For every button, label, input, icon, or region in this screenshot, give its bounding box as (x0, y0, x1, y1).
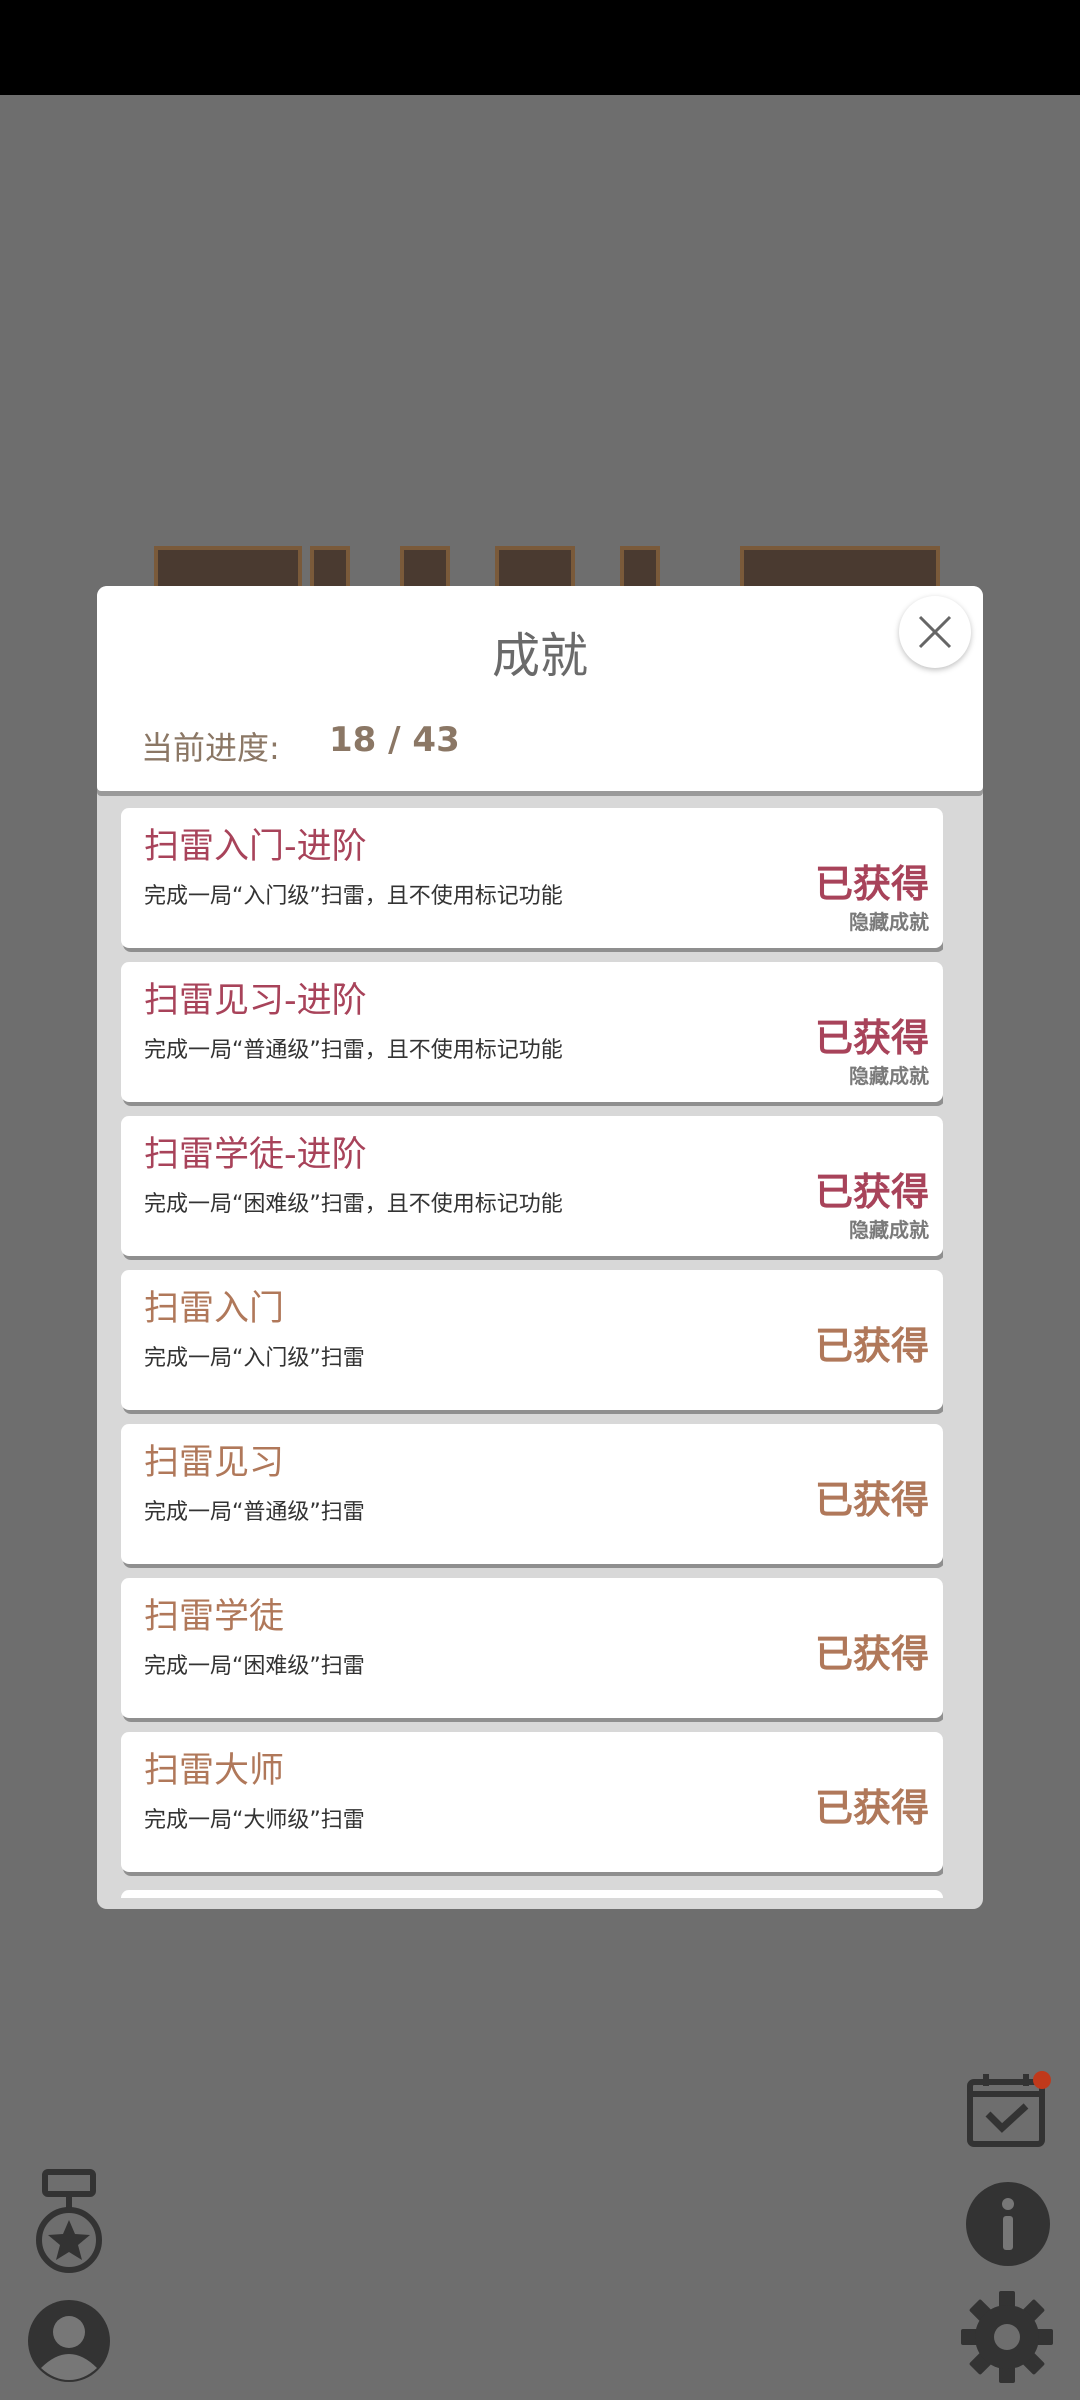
profile-button[interactable] (24, 2296, 114, 2390)
achievement-list[interactable]: 扫雷入门-进阶 完成一局“入门级”扫雷，且不使用标记功能 已获得 隐藏成就 扫雷… (121, 808, 943, 1898)
achievement-status: 已获得 (814, 1786, 929, 1830)
close-icon (918, 615, 952, 649)
daily-check-in-button[interactable] (966, 2070, 1058, 2154)
achievement-card[interactable]: 扫雷见习-进阶 完成一局“普通级”扫雷，且不使用标记功能 已获得 隐藏成就 (121, 962, 943, 1102)
achievement-title: 扫雷入门-进阶 (144, 827, 367, 867)
status-bar (0, 0, 1080, 95)
achievement-title: 扫雷入门 (144, 1289, 285, 1329)
achievements-dialog: 成就 当前进度: 18 / 43 扫雷入门-进阶 完成一局“入门级”扫雷，且不使… (97, 586, 983, 1909)
achievement-description: 完成一局“入门级”扫雷 (144, 1346, 365, 1371)
calendar-check-icon (967, 2071, 1051, 2147)
achievement-title: 扫雷见习-进阶 (144, 981, 367, 1021)
achievement-card[interactable]: 扫雷入门 完成一局“入门级”扫雷 已获得 (121, 1270, 943, 1410)
hidden-achievement-tag: 隐藏成就 (849, 1064, 929, 1088)
next-card-peek (121, 1890, 943, 1898)
progress-label: 当前进度: (141, 729, 280, 767)
achievement-card[interactable]: 扫雷见习 完成一局“普通级”扫雷 已获得 (121, 1424, 943, 1564)
achievement-status: 已获得 (814, 1016, 929, 1060)
achievement-status: 已获得 (814, 1324, 929, 1368)
achievement-card[interactable]: 扫雷学徒 完成一局“困难级”扫雷 已获得 (121, 1578, 943, 1718)
achievement-card[interactable]: 扫雷大师 完成一局“大师级”扫雷 已获得 (121, 1732, 943, 1872)
achievement-title: 扫雷见习 (144, 1443, 285, 1483)
achievement-card[interactable]: 扫雷入门-进阶 完成一局“入门级”扫雷，且不使用标记功能 已获得 隐藏成就 (121, 808, 943, 948)
info-button[interactable] (964, 2180, 1052, 2272)
user-icon (28, 2300, 110, 2382)
achievement-description: 完成一局“普通级”扫雷 (144, 1500, 365, 1525)
achievement-description: 完成一局“困难级”扫雷，且不使用标记功能 (144, 1192, 563, 1217)
dialog-title: 成就 (491, 628, 588, 684)
achievement-description: 完成一局“困难级”扫雷 (144, 1654, 365, 1679)
achievement-status: 已获得 (814, 862, 929, 906)
progress-value: 18 / 43 (329, 720, 460, 760)
close-button[interactable] (899, 596, 971, 668)
hidden-achievement-tag: 隐藏成就 (849, 1218, 929, 1242)
gear-icon (961, 2291, 1053, 2383)
achievement-title: 扫雷大师 (144, 1751, 285, 1791)
achievement-card[interactable]: 扫雷学徒-进阶 完成一局“困难级”扫雷，且不使用标记功能 已获得 隐藏成就 (121, 1116, 943, 1256)
settings-button[interactable] (960, 2290, 1054, 2388)
notification-dot (1033, 2071, 1051, 2089)
achievement-status: 已获得 (814, 1170, 929, 1214)
achievement-status: 已获得 (814, 1632, 929, 1676)
medal-icon (36, 2169, 102, 2273)
achievement-description: 完成一局“入门级”扫雷，且不使用标记功能 (144, 884, 563, 909)
achievement-title: 扫雷学徒 (144, 1597, 285, 1637)
dialog-header: 成就 当前进度: 18 / 43 (97, 586, 983, 791)
achievement-status: 已获得 (814, 1478, 929, 1522)
achievement-description: 完成一局“大师级”扫雷 (144, 1808, 365, 1833)
achievement-title: 扫雷学徒-进阶 (144, 1135, 367, 1175)
hidden-achievement-tag: 隐藏成就 (849, 910, 929, 934)
info-icon (966, 2182, 1050, 2266)
achievement-description: 完成一局“普通级”扫雷，且不使用标记功能 (144, 1038, 563, 1063)
achievements-button[interactable] (30, 2168, 108, 2280)
